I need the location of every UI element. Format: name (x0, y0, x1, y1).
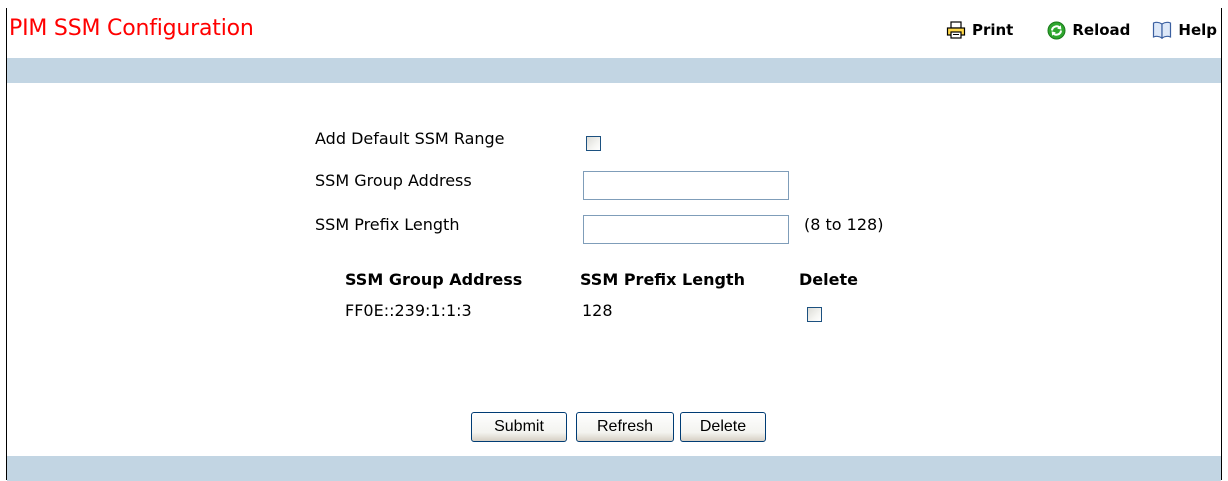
add-default-ssm-range-checkbox[interactable] (586, 136, 601, 151)
submit-button[interactable]: Submit (471, 412, 567, 442)
column-header-delete: Delete (799, 270, 858, 289)
ssm-group-address-label: SSM Group Address (315, 171, 472, 190)
reload-icon (1047, 21, 1066, 40)
delete-button[interactable]: Delete (680, 412, 766, 442)
add-default-ssm-range-label: Add Default SSM Range (315, 129, 505, 148)
row-prefix-length: 128 (582, 301, 613, 320)
ssm-group-address-input[interactable] (583, 171, 789, 200)
footer-band (7, 456, 1221, 481)
reload-label: Reload (1072, 21, 1131, 39)
column-header-prefix-length: SSM Prefix Length (580, 270, 745, 289)
header-band (7, 58, 1221, 83)
reload-button[interactable]: Reload (1047, 21, 1130, 40)
ssm-prefix-length-input[interactable] (583, 215, 789, 244)
page-title: PIM SSM Configuration (9, 16, 254, 41)
help-label: Help (1178, 21, 1217, 39)
print-button[interactable]: Print (946, 21, 1013, 39)
print-label: Print (971, 21, 1014, 39)
page-frame: PIM SSM Configuration Print Reload Help … (6, 8, 1222, 481)
printer-icon (946, 21, 966, 39)
refresh-button[interactable]: Refresh (576, 412, 674, 442)
row-group-address: FF0E::239:1:1:3 (345, 301, 472, 320)
column-header-group-address: SSM Group Address (345, 270, 523, 289)
row-delete-checkbox[interactable] (807, 307, 822, 322)
book-icon (1152, 21, 1172, 39)
toolbar: Print Reload Help (946, 18, 1221, 42)
ssm-prefix-length-label: SSM Prefix Length (315, 215, 460, 234)
prefix-length-range-hint: (8 to 128) (804, 215, 884, 234)
help-button[interactable]: Help (1152, 21, 1217, 39)
